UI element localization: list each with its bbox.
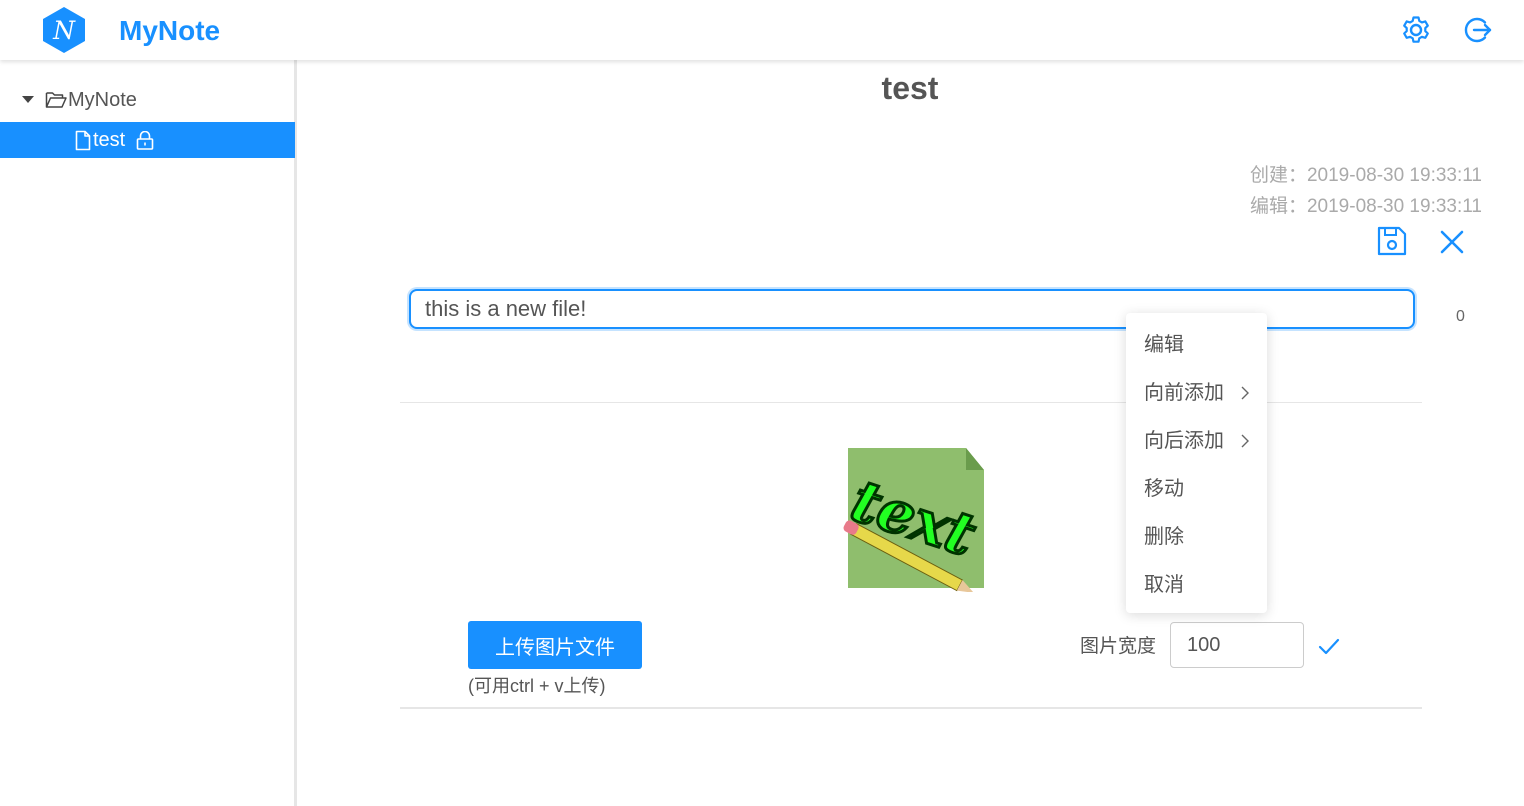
caret-down-icon[interactable] (22, 96, 34, 103)
save-icon[interactable] (1376, 226, 1408, 256)
logo-icon: N (43, 7, 85, 53)
gear-icon[interactable] (1400, 14, 1432, 46)
menu-item-label: 向前添加 (1144, 382, 1224, 404)
menu-item-label: 移动 (1144, 478, 1184, 500)
check-icon[interactable] (1318, 636, 1340, 658)
text-pencil-image: text (842, 448, 985, 592)
image-width-input[interactable] (1170, 622, 1304, 668)
menu-item-label: 向后添加 (1144, 430, 1224, 452)
upload-hint: (可用ctrl + v上传) (468, 676, 606, 696)
app-header: N MyNote (0, 0, 1524, 60)
logout-icon[interactable] (1461, 14, 1493, 46)
note-meta: 创建：2019-08-30 19:33:11 编辑：2019-08-30 19:… (1250, 160, 1482, 222)
menu-item-edit[interactable]: 编辑 (1126, 321, 1267, 369)
app-title[interactable]: MyNote (119, 14, 220, 48)
menu-item-label: 编辑 (1144, 334, 1184, 356)
menu-item-label: 删除 (1144, 526, 1184, 548)
tree-node-test[interactable]: test (0, 122, 295, 158)
image-width-label: 图片宽度 (1080, 636, 1157, 657)
sidebar: MyNote test (0, 60, 297, 806)
created-time: 创建：2019-08-30 19:33:11 (1249, 165, 1482, 186)
menu-item-cancel[interactable]: 取消 (1126, 561, 1267, 609)
tree-node-root[interactable]: MyNote (0, 84, 295, 118)
upload-image-button[interactable]: 上传图片文件 (468, 621, 642, 669)
chevron-right-icon (1241, 434, 1249, 448)
tree-child-label: test (93, 129, 126, 151)
close-icon[interactable] (1438, 228, 1466, 256)
menu-item-delete[interactable]: 删除 (1126, 513, 1267, 561)
folder-open-icon (45, 92, 67, 108)
logo-letter: N (52, 16, 76, 45)
tree-root-label: MyNote (68, 89, 137, 111)
note-title: test (881, 70, 939, 106)
menu-item-move[interactable]: 移动 (1126, 465, 1267, 513)
menu-item-insert-after[interactable]: 向后添加 (1126, 417, 1267, 465)
divider (400, 402, 1422, 403)
menu-item-insert-before[interactable]: 向前添加 (1126, 369, 1267, 417)
file-icon (75, 130, 91, 151)
edited-time: 编辑：2019-08-30 19:33:11 (1249, 196, 1482, 217)
context-menu: 编辑 向前添加 向后添加 移动 删除 取消 (1126, 313, 1267, 613)
lock-icon (136, 131, 154, 150)
divider (400, 707, 1422, 709)
char-count: 0 (1456, 308, 1465, 325)
menu-item-label: 取消 (1144, 574, 1184, 596)
chevron-right-icon (1241, 386, 1249, 400)
